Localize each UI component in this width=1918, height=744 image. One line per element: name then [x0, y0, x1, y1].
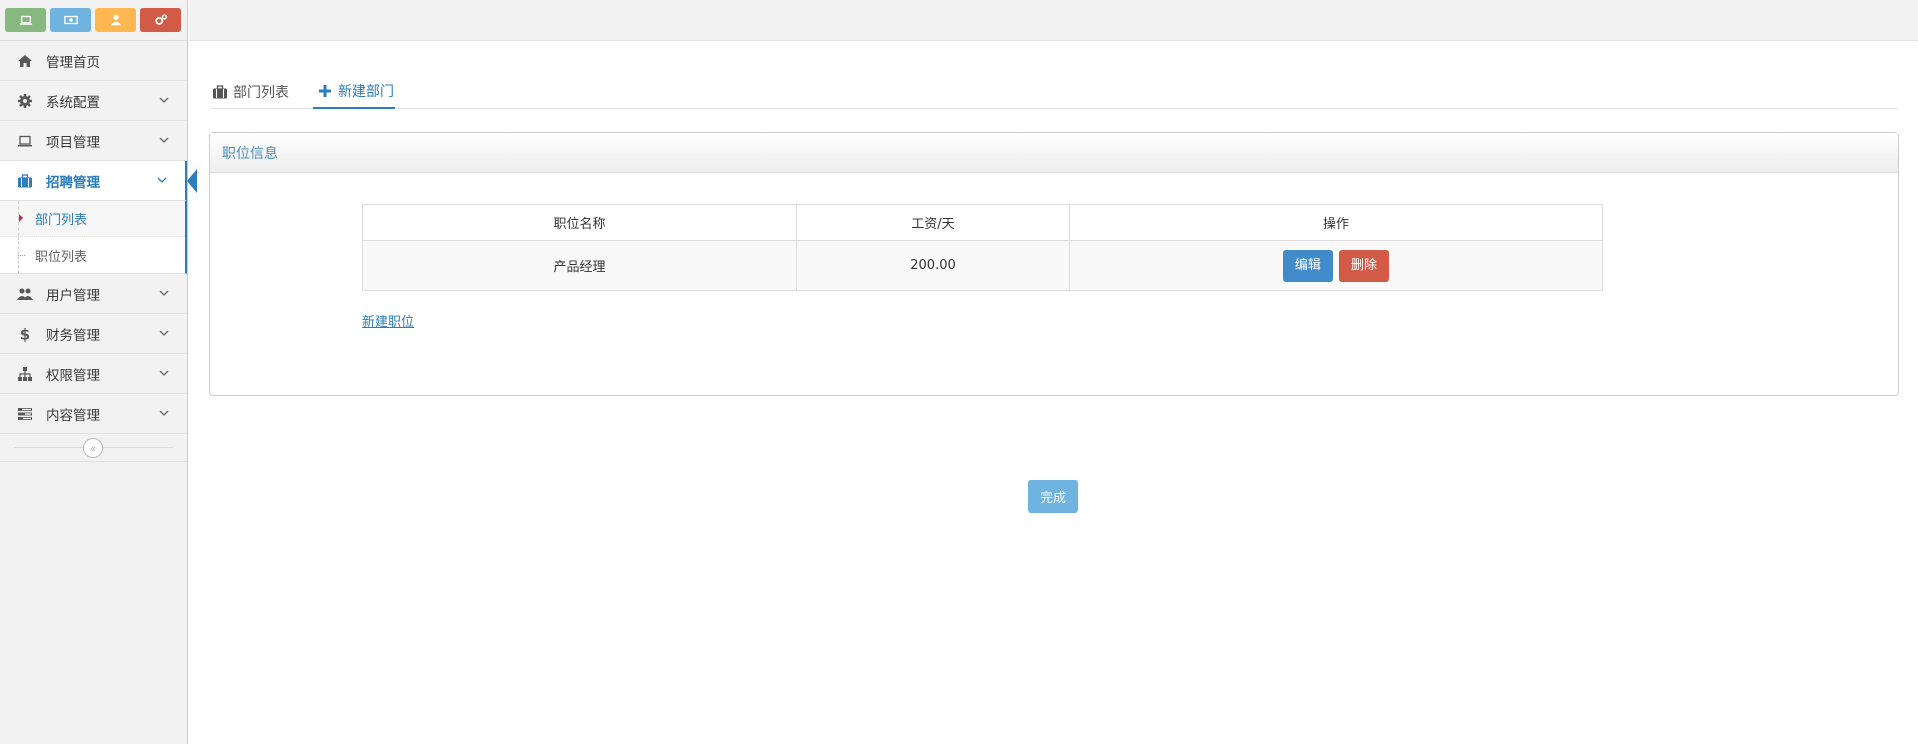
chevron-down-icon: [159, 410, 169, 416]
column-header-actions: 操作: [1069, 204, 1603, 241]
briefcase-icon: [213, 84, 227, 98]
chevron-down-icon: [159, 97, 169, 103]
cell-position-name: 产品经理: [362, 240, 797, 291]
shortcut-cogs-button[interactable]: [140, 8, 181, 32]
sidebar-item-label: 用户管理: [46, 287, 100, 304]
sidebar-item-system-config[interactable]: 系统配置: [0, 81, 187, 121]
sidebar-item-label: 项目管理: [46, 134, 100, 151]
sidebar-item-projects[interactable]: 项目管理: [0, 121, 187, 161]
sidebar-collapse-bar: «: [0, 434, 187, 462]
shortcut-bar: [0, 0, 187, 41]
sidebar-item-label: 财务管理: [46, 327, 100, 344]
cell-salary: 200.00: [796, 240, 1070, 291]
sidebar-item-users[interactable]: 用户管理: [0, 274, 187, 314]
tab-label: 部门列表: [233, 84, 289, 101]
panel-title: 职位信息: [210, 133, 1898, 173]
chevron-down-icon: [159, 330, 169, 336]
gear-icon: [16, 92, 34, 110]
positions-table: 职位名称 工资/天 操作 产品经理 200.00 编辑 删除: [362, 204, 1603, 291]
table-header-row: 职位名称 工资/天 操作: [362, 204, 1603, 241]
shortcut-money-button[interactable]: [50, 8, 91, 32]
list-icon: [16, 405, 34, 423]
sidebar-item-label: 招聘管理: [46, 174, 100, 191]
chevron-down-icon: [159, 137, 169, 143]
briefcase-icon: [16, 172, 34, 190]
sidebar-item-finance[interactable]: $ 财务管理: [0, 314, 187, 354]
sidebar-subitem-label: 部门列表: [35, 213, 88, 228]
chevron-down-icon: [159, 290, 169, 296]
users-icon: [16, 285, 34, 303]
new-position-link[interactable]: 新建职位: [362, 311, 414, 330]
delete-button[interactable]: 删除: [1339, 249, 1390, 282]
cell-actions: 编辑 删除: [1069, 240, 1603, 291]
column-header-name: 职位名称: [362, 204, 797, 241]
table-row: 产品经理 200.00 编辑 删除: [362, 240, 1603, 291]
user-icon: [110, 14, 121, 26]
laptop-icon: [19, 15, 32, 25]
sidebar-subitem-label: 职位列表: [35, 249, 88, 265]
tab-new-department[interactable]: 新建部门: [313, 74, 395, 109]
sidebar-item-content[interactable]: 内容管理: [0, 394, 187, 434]
shortcut-laptop-button[interactable]: [5, 8, 46, 32]
top-navbar: [189, 0, 1918, 41]
double-chevron-left-icon[interactable]: «: [83, 438, 103, 458]
position-info-panel: 职位信息 职位名称 工资/天 操作 产品经理 200.00 编辑 删除 新建职位: [209, 132, 1899, 396]
edit-button[interactable]: 编辑: [1282, 249, 1333, 282]
sidebar-item-label: 系统配置: [46, 94, 100, 111]
sidebar-item-home[interactable]: 管理首页: [0, 41, 187, 81]
recruitment-submenu: 部门列表 职位列表: [0, 201, 187, 274]
home-icon: [16, 52, 34, 70]
caret-right-icon: [19, 214, 23, 222]
money-icon: [63, 15, 78, 25]
sidebar-subitem-position-list[interactable]: 职位列表: [0, 237, 185, 273]
done-button[interactable]: 完成: [1028, 480, 1078, 513]
tab-label: 新建部门: [338, 83, 394, 100]
sidebar: 管理首页 系统配置 项目管理 招聘管理 部门列表 职位列表 用户管理 $ 财务管…: [0, 0, 197, 744]
sidebar-item-permissions[interactable]: 权限管理: [0, 354, 187, 394]
sidebar-item-label: 权限管理: [46, 367, 100, 384]
chevron-down-icon: [159, 370, 169, 376]
svg-text:$: $: [20, 326, 30, 342]
laptop-icon: [16, 132, 34, 150]
dollar-icon: $: [16, 325, 34, 343]
tab-department-list[interactable]: 部门列表: [212, 74, 289, 109]
chevron-down-icon: [157, 177, 167, 183]
cogs-icon: [154, 14, 167, 25]
sidebar-item-label: 管理首页: [46, 54, 100, 71]
column-header-salary: 工资/天: [796, 204, 1070, 241]
plus-icon: [319, 84, 331, 97]
sidebar-subitem-department-list[interactable]: 部门列表: [0, 201, 185, 237]
sidebar-item-label: 内容管理: [46, 407, 100, 424]
dash-marker: [18, 255, 25, 256]
shortcut-user-button[interactable]: [95, 8, 136, 32]
tab-bar: 部门列表 新建部门: [210, 74, 1898, 109]
sitemap-icon: [16, 365, 34, 383]
sidebar-item-recruitment[interactable]: 招聘管理: [0, 161, 197, 201]
